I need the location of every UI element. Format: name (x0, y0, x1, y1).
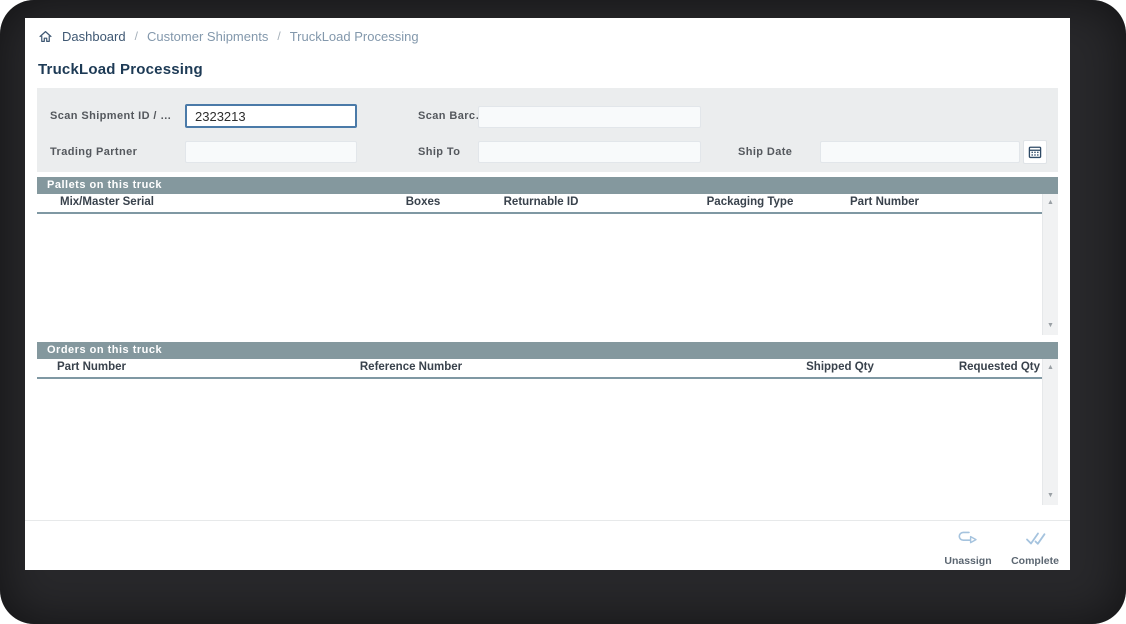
orders-table-header-row: Part Number Reference Number Shipped Qty… (37, 359, 1042, 377)
complete-button[interactable]: Complete (1004, 531, 1066, 567)
ship-to-input[interactable] (478, 141, 701, 163)
unassign-label: Unassign (944, 555, 992, 567)
shipment-form: Scan Shipment ID / … Scan Barc… Trading … (37, 88, 1058, 172)
home-icon[interactable] (38, 29, 53, 44)
breadcrumb-item-truckload-processing[interactable]: TruckLoad Processing (290, 29, 419, 44)
trading-partner-input[interactable] (185, 141, 357, 163)
breadcrumb-separator: / (134, 29, 138, 43)
scroll-up-icon[interactable]: ▲ (1043, 361, 1058, 375)
scan-barcode-label: Scan Barc… (418, 110, 487, 122)
breadcrumb: Dashboard / Customer Shipments / TruckLo… (38, 25, 419, 47)
column-header-boxes: Boxes (405, 196, 441, 208)
column-header-mix-master-serial: Mix/Master Serial (60, 196, 154, 208)
pallets-table-header-row: Mix/Master Serial Boxes Returnable ID Pa… (37, 194, 1042, 212)
column-header-shipped-qty: Shipped Qty (806, 361, 874, 373)
column-header-reference-number: Reference Number (359, 361, 463, 373)
orders-scrollbar[interactable]: ▲ ▼ (1042, 359, 1058, 505)
page-title: TruckLoad Processing (38, 61, 203, 78)
pallets-scrollbar[interactable]: ▲ ▼ (1042, 194, 1058, 335)
unassign-icon (957, 531, 979, 552)
column-header-packaging-type: Packaging Type (706, 196, 794, 208)
trading-partner-label: Trading Partner (50, 146, 138, 158)
column-header-part-number: Part Number (850, 196, 920, 208)
scan-shipment-id-input[interactable] (185, 104, 357, 128)
scan-barcode-input[interactable] (478, 106, 701, 128)
orders-section-header: Orders on this truck (37, 342, 1058, 359)
pallets-table-body (37, 214, 1042, 335)
unassign-button[interactable]: Unassign (937, 531, 999, 567)
complete-label: Complete (1011, 555, 1059, 567)
orders-table-body (37, 379, 1042, 505)
column-header-returnable-id: Returnable ID (503, 196, 579, 208)
window-frame: Dashboard / Customer Shipments / TruckLo… (0, 0, 1126, 624)
pallets-section-header: Pallets on this truck (37, 177, 1058, 194)
scroll-down-icon[interactable]: ▼ (1043, 489, 1058, 503)
ship-to-label: Ship To (418, 146, 461, 158)
column-header-requested-qty: Requested Qty (958, 361, 1040, 373)
ship-date-label: Ship Date (738, 146, 793, 158)
scroll-down-icon[interactable]: ▼ (1043, 319, 1058, 333)
breadcrumb-item-dashboard[interactable]: Dashboard (62, 29, 126, 44)
breadcrumb-separator: / (277, 29, 281, 43)
scroll-up-icon[interactable]: ▲ (1043, 196, 1058, 210)
ship-date-input[interactable] (820, 141, 1020, 163)
breadcrumb-item-customer-shipments[interactable]: Customer Shipments (147, 29, 268, 44)
column-header-part-number: Part Number (57, 361, 127, 373)
app-panel: Dashboard / Customer Shipments / TruckLo… (25, 18, 1070, 570)
calendar-icon[interactable] (1023, 140, 1047, 164)
bottom-toolbar: Unassign Complete (25, 521, 1070, 570)
complete-icon (1023, 531, 1047, 552)
scan-shipment-id-label: Scan Shipment ID / … (50, 110, 172, 122)
